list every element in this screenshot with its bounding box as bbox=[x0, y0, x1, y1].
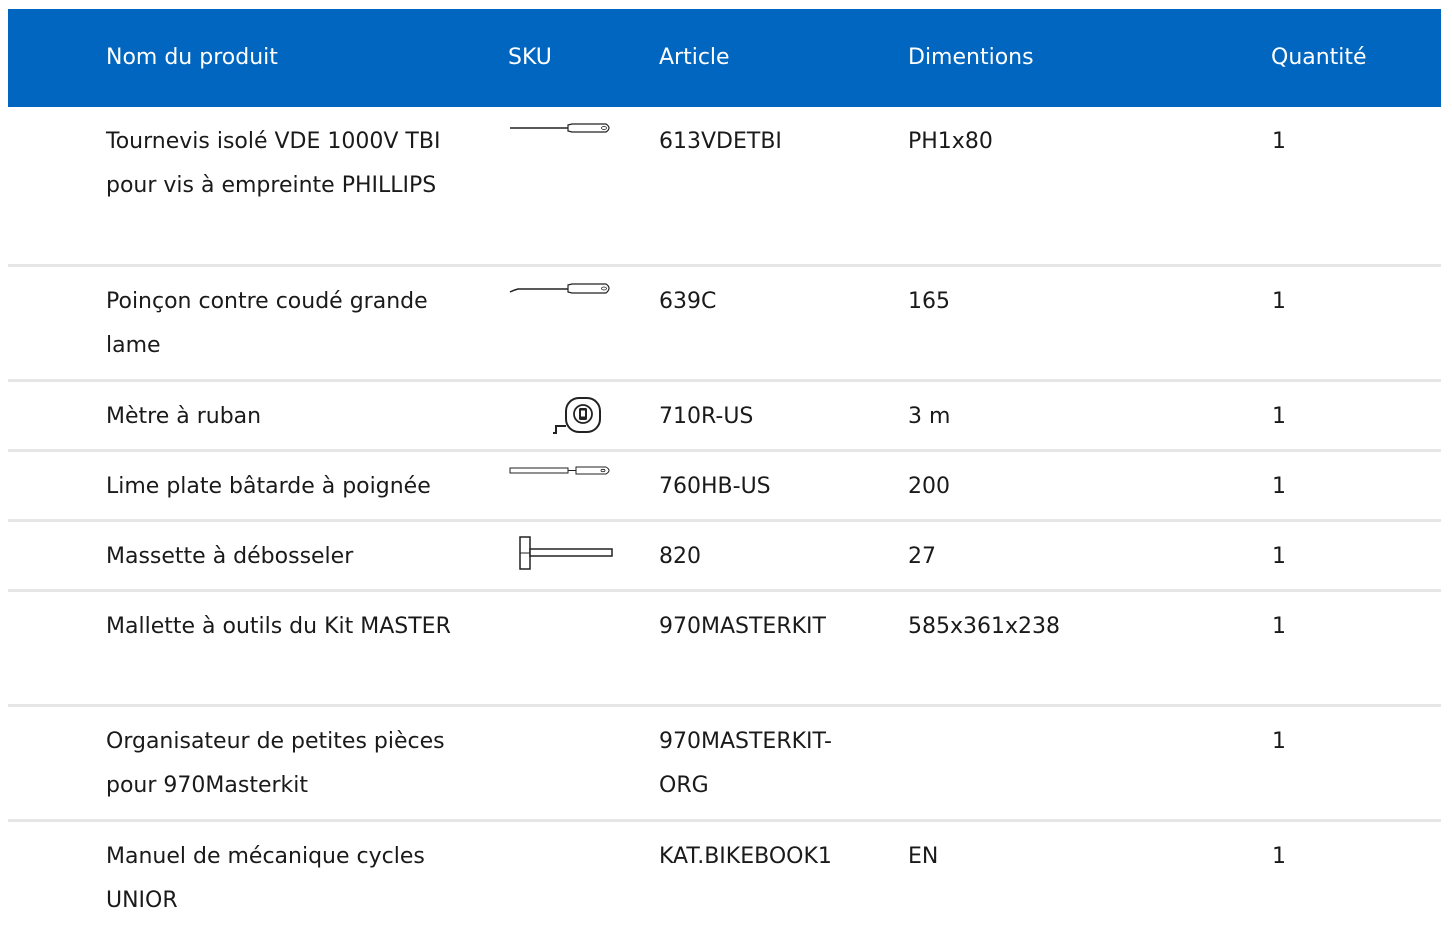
article-code: 970MASTERKIT-ORG bbox=[659, 729, 832, 798]
sku-image bbox=[493, 465, 613, 509]
table-row: Mètre à ruban 710R-US 3 m 1 bbox=[8, 382, 1441, 452]
bent-awl-icon bbox=[509, 283, 610, 294]
tape-measure-icon bbox=[553, 397, 601, 434]
flat-file-icon bbox=[509, 466, 610, 475]
sku-image bbox=[493, 395, 613, 439]
table-row: Massette à débosseler 820 27 1 bbox=[8, 522, 1441, 592]
product-name: Mallette à outils du Kit MASTER bbox=[106, 614, 451, 639]
dimensions: EN bbox=[908, 844, 939, 869]
product-name: Tournevis isolé VDE 1000V TBI pour vis à… bbox=[106, 129, 441, 198]
dimensions: 27 bbox=[908, 544, 936, 569]
article-code: 760HB-US bbox=[659, 474, 771, 499]
article-code: 639C bbox=[659, 289, 717, 314]
dimensions: 3 m bbox=[908, 404, 951, 429]
product-name: Lime plate bâtarde à poignée bbox=[106, 474, 431, 499]
table-row: Lime plate bâtarde à poignée 760HB-US 20… bbox=[8, 452, 1441, 522]
dimensions: PH1x80 bbox=[908, 129, 993, 154]
product-name: Organisateur de petites pièces pour 970M… bbox=[106, 729, 445, 798]
article-code: KAT.BIKEBOOK1 bbox=[659, 844, 832, 869]
quantity: 1 bbox=[1272, 129, 1286, 154]
quantity: 1 bbox=[1272, 729, 1286, 754]
quantity: 1 bbox=[1272, 844, 1286, 869]
table-row: Manuel de mécanique cycles UNIOR KAT.BIK… bbox=[8, 822, 1441, 934]
quantity: 1 bbox=[1272, 544, 1286, 569]
header-article: Article bbox=[659, 45, 730, 70]
table-header: Nom du produit SKU Article Dimentions Qu… bbox=[8, 9, 1441, 107]
sku-image bbox=[493, 535, 613, 579]
quantity: 1 bbox=[1272, 614, 1286, 639]
article-code: 970MASTERKIT bbox=[659, 614, 826, 639]
header-dimensions: Dimentions bbox=[908, 45, 1034, 70]
hammer-icon bbox=[519, 536, 613, 570]
dimensions: 165 bbox=[908, 289, 950, 314]
dimensions: 585x361x238 bbox=[908, 614, 1061, 639]
article-code: 710R-US bbox=[659, 404, 754, 429]
table-row: Tournevis isolé VDE 1000V TBI pour vis à… bbox=[8, 107, 1441, 267]
table-row: Mallette à outils du Kit MASTER 970MASTE… bbox=[8, 592, 1441, 707]
header-quantity: Quantité bbox=[1271, 45, 1367, 70]
table-row: Organisateur de petites pièces pour 970M… bbox=[8, 707, 1441, 822]
screwdriver-icon bbox=[510, 123, 610, 133]
sku-image bbox=[493, 120, 613, 164]
product-name: Massette à débosseler bbox=[106, 544, 354, 569]
quantity: 1 bbox=[1272, 404, 1286, 429]
header-name: Nom du produit bbox=[106, 45, 278, 70]
article-code: 820 bbox=[659, 544, 701, 569]
product-name: Manuel de mécanique cycles UNIOR bbox=[106, 844, 425, 913]
product-table: Nom du produit SKU Article Dimentions Qu… bbox=[8, 9, 1441, 934]
header-sku: SKU bbox=[508, 45, 552, 70]
quantity: 1 bbox=[1272, 289, 1286, 314]
dimensions: 200 bbox=[908, 474, 950, 499]
sku-image bbox=[493, 280, 613, 324]
product-name: Mètre à ruban bbox=[106, 404, 262, 429]
article-code: 613VDETBI bbox=[659, 129, 782, 154]
quantity: 1 bbox=[1272, 474, 1286, 499]
product-name: Poinçon contre coudé grande lame bbox=[106, 289, 428, 358]
table-row: Poinçon contre coudé grande lame 639C 16… bbox=[8, 267, 1441, 382]
